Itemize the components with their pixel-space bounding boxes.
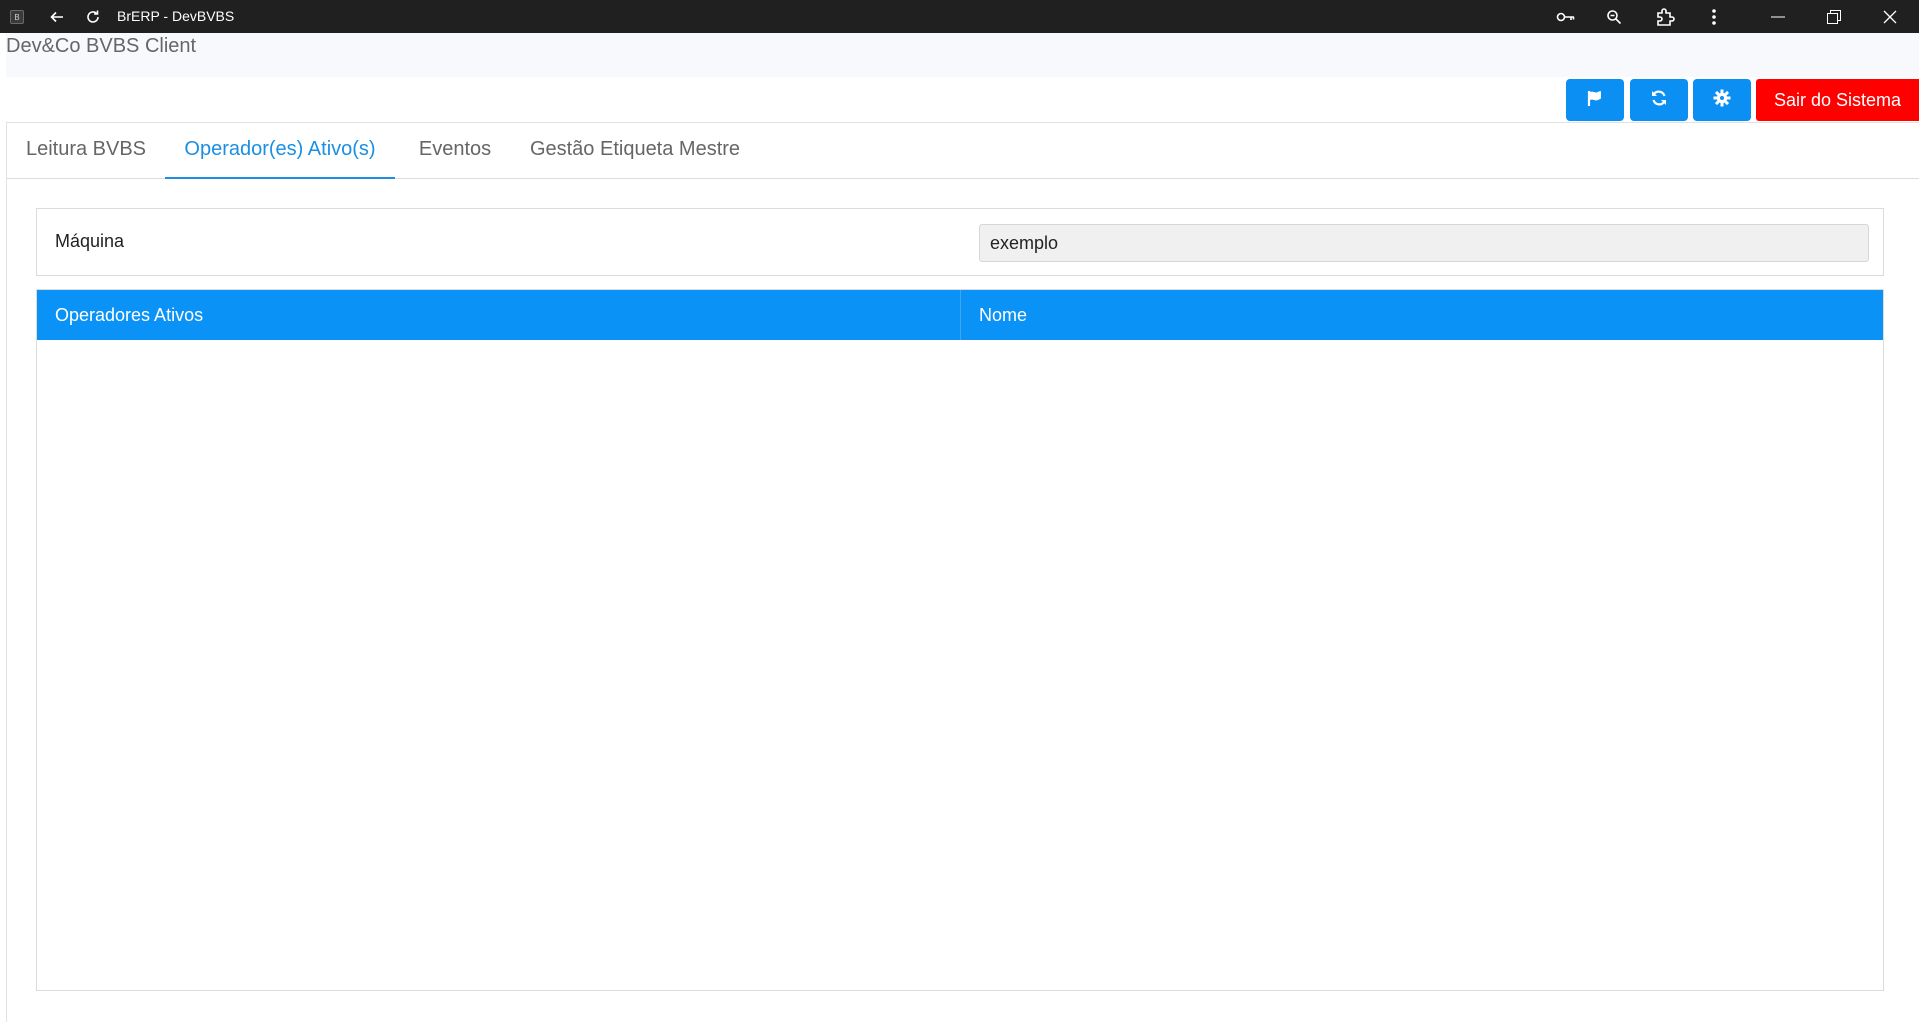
app-name: Dev&Co BVBS Client <box>6 35 197 57</box>
flag-icon <box>1586 89 1604 112</box>
tab-operadores-ativos[interactable]: Operador(es) Ativo(s) <box>165 123 395 179</box>
exit-system-button[interactable]: Sair do Sistema <box>1756 79 1919 121</box>
app-icon: B <box>10 10 24 24</box>
close-icon[interactable] <box>1872 0 1908 33</box>
table-body <box>37 340 1883 990</box>
minimize-icon[interactable] <box>1760 0 1796 33</box>
machine-form: Máquina <box>36 208 1884 276</box>
tab-gestao-etiqueta-mestre[interactable]: Gestão Etiqueta Mestre <box>515 123 755 179</box>
app-icon-letter: B <box>14 12 20 22</box>
tab-eventos[interactable]: Eventos <box>395 123 515 179</box>
machine-label: Máquina <box>55 231 125 251</box>
zoom-icon[interactable] <box>1599 0 1629 33</box>
column-header-nome[interactable]: Nome <box>961 290 1883 340</box>
gear-icon <box>1713 89 1731 112</box>
flag-button[interactable] <box>1566 79 1624 121</box>
refresh-button[interactable] <box>1630 79 1688 121</box>
reload-icon[interactable] <box>81 0 105 33</box>
window-title: BrERP - DevBVBS <box>117 8 235 24</box>
refresh-icon <box>1650 89 1668 112</box>
tab-leitura-bvbs[interactable]: Leitura BVBS <box>7 123 165 179</box>
tab-bar: Leitura BVBS Operador(es) Ativo(s) Event… <box>7 123 1919 179</box>
column-header-operadores-ativos[interactable]: Operadores Ativos <box>37 290 961 340</box>
table-header: Operadores Ativos Nome <box>37 290 1883 340</box>
extension-icon[interactable] <box>1650 0 1680 33</box>
settings-button[interactable] <box>1693 79 1751 121</box>
app-header: Dev&Co BVBS Client <box>6 33 1919 77</box>
key-icon[interactable] <box>1551 0 1581 33</box>
machine-field[interactable] <box>979 224 1869 262</box>
back-arrow-icon[interactable] <box>45 0 69 33</box>
restore-icon[interactable] <box>1816 0 1852 33</box>
active-operators-table: Operadores Ativos Nome <box>36 289 1884 991</box>
main-panel: Leitura BVBS Operador(es) Ativo(s) Event… <box>6 122 1919 1022</box>
window-titlebar: B BrERP - DevBVBS <box>0 0 1919 33</box>
more-vert-icon[interactable] <box>1701 0 1727 33</box>
